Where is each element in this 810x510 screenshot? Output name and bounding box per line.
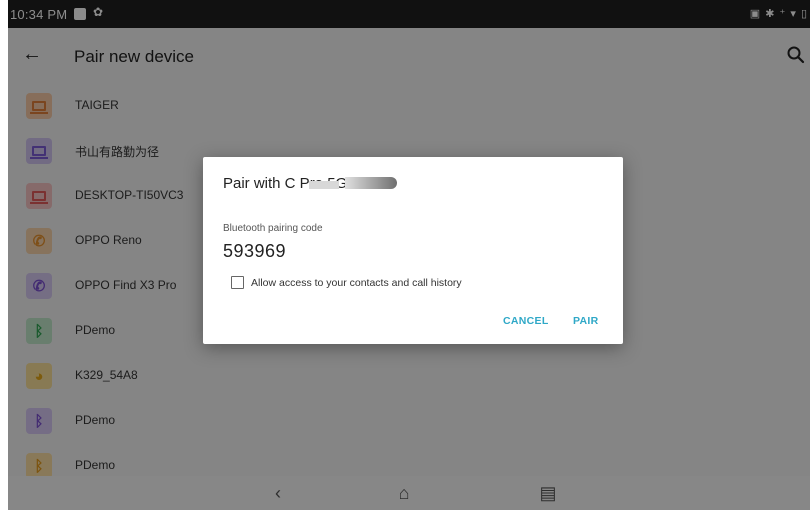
pair-dialog: Pair with C Pro 5G? Bluetooth pairing co… xyxy=(203,157,623,344)
contacts-access-checkbox[interactable] xyxy=(231,276,244,289)
redaction-mark xyxy=(309,181,339,189)
phone-screen: 10:34 PM ✿ ▣ ✱ ⁺ ▾ ▯ ← Pair new device T… xyxy=(8,0,810,510)
cancel-button[interactable]: CANCEL xyxy=(503,315,549,327)
redaction-mark xyxy=(345,177,397,189)
pairing-code: 593969 xyxy=(223,241,287,261)
contacts-access-label[interactable]: Allow access to your contacts and call h… xyxy=(251,277,462,289)
pair-button[interactable]: PAIR xyxy=(573,315,599,327)
pairing-code-label: Bluetooth pairing code xyxy=(223,223,323,234)
